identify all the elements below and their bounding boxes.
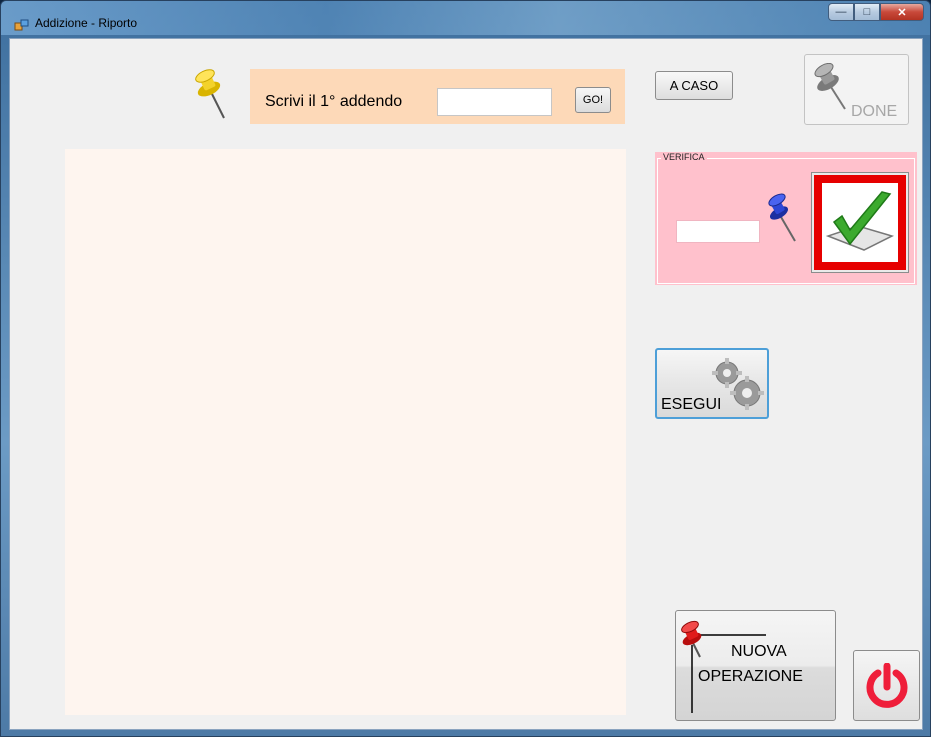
verifica-group: VERIFICA	[655, 152, 917, 285]
title-bar[interactable]: Addizione - Riporto — □ ✕	[1, 1, 930, 35]
work-area	[65, 149, 626, 715]
close-icon: ✕	[897, 6, 907, 19]
verifica-legend: VERIFICA	[661, 152, 707, 162]
execute-label: ESEGUI	[661, 396, 722, 413]
check-frame	[814, 175, 906, 270]
execute-button[interactable]: ESEGUI	[655, 348, 769, 419]
power-button[interactable]	[853, 650, 920, 721]
answer-input[interactable]	[676, 220, 760, 243]
minimize-button[interactable]: —	[828, 3, 854, 21]
close-button[interactable]: ✕	[880, 3, 924, 21]
done-button[interactable]: DONE	[804, 54, 909, 125]
go-button[interactable]: GO!	[575, 87, 611, 113]
maximize-button[interactable]: □	[854, 3, 880, 21]
addend-prompt: Scrivi il 1° addendo	[265, 93, 403, 110]
new-operation-button[interactable]: NUOVA OPERAZIONE	[675, 610, 836, 721]
window-title: Addizione - Riporto	[35, 16, 138, 30]
app-icon	[14, 19, 29, 31]
caption-buttons: — □ ✕	[828, 3, 924, 23]
minimize-icon: —	[835, 6, 847, 18]
addend-input[interactable]	[437, 88, 552, 116]
red-pushpin-icon	[681, 620, 766, 713]
new-operation-label-line2: OPERAZIONE	[698, 668, 803, 685]
random-button[interactable]: A CASO	[655, 71, 733, 100]
new-operation-label-line1: NUOVA	[731, 643, 787, 660]
addend-panel: Scrivi il 1° addendo GO!	[250, 69, 625, 124]
maximize-icon: □	[863, 6, 871, 18]
done-label: DONE	[851, 103, 898, 120]
green-check-icon	[825, 190, 895, 251]
check-button[interactable]	[811, 172, 909, 273]
gray-pushpin-icon	[814, 63, 846, 110]
blue-pushpin-icon	[768, 193, 796, 242]
app-window: Addizione - Riporto — □ ✕ Scrivi il 1° a…	[0, 0, 931, 737]
client-area: Scrivi il 1° addendo GO! A CASO DONE VER…	[9, 38, 923, 730]
power-icon	[866, 662, 907, 708]
yellow-pushpin-icon	[195, 69, 225, 119]
